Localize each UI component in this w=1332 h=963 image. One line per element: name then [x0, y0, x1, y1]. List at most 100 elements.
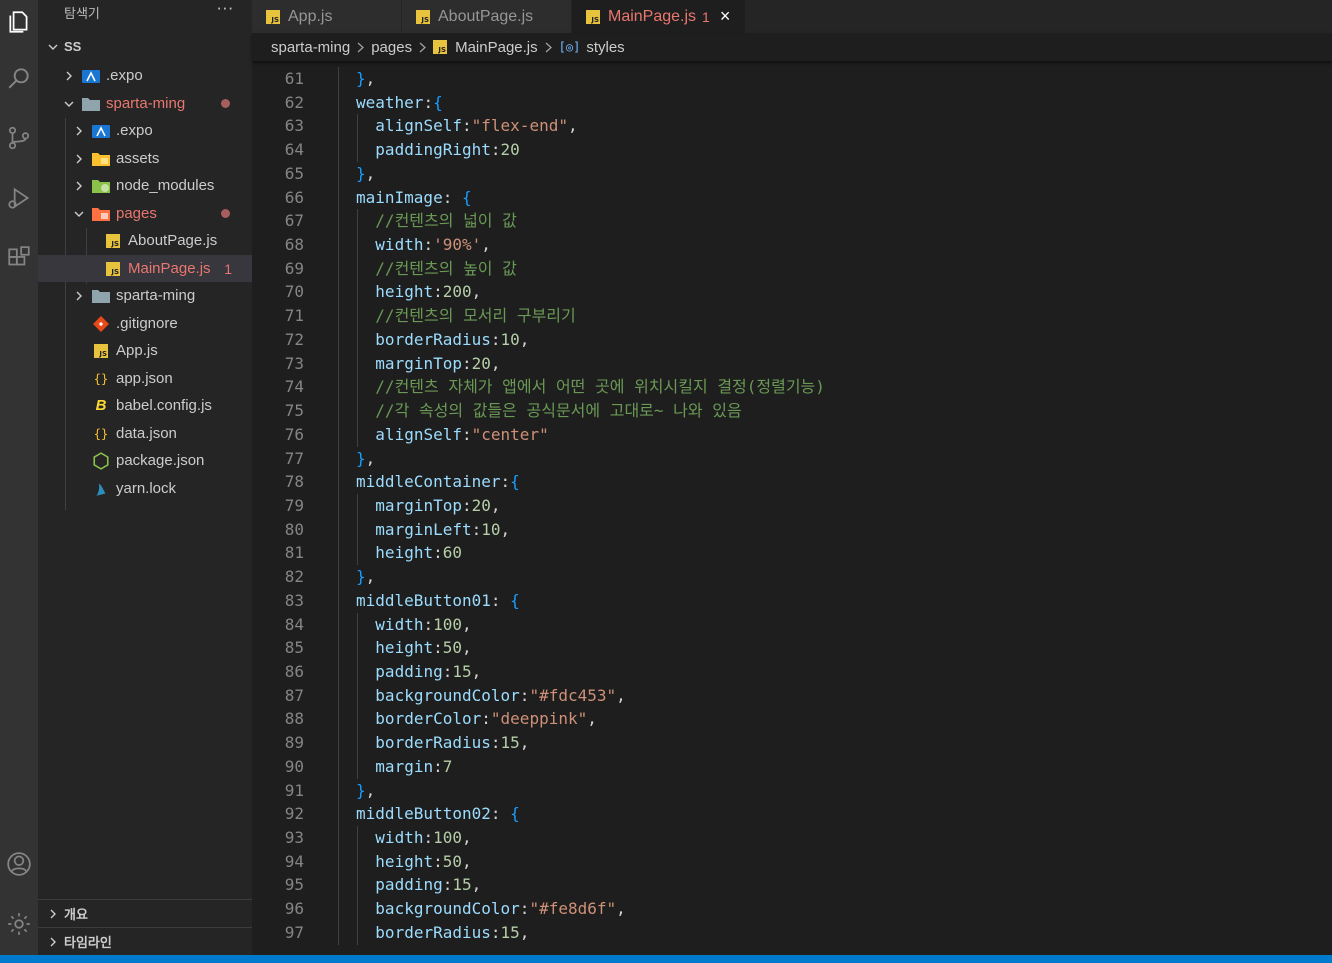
code-token: 15: [500, 733, 520, 753]
code-token: :: [490, 329, 501, 349]
code-token: //컨텐츠의 넓이 값: [375, 211, 517, 231]
code-line[interactable]: 75 //각 속성의 값들은 공식문서에 고대로~ 나와 있음: [252, 399, 1332, 424]
code-token: :: [433, 638, 443, 658]
tree-item-assets[interactable]: assets: [38, 145, 252, 172]
tree-item-package[interactable]: package.json: [38, 447, 252, 474]
tree-item-expo[interactable]: .expo: [38, 117, 252, 144]
code-line[interactable]: 84 width:100,: [252, 612, 1332, 637]
code-line[interactable]: 91},: [252, 778, 1332, 803]
code-token: middleContainer: [356, 472, 501, 492]
code-line[interactable]: 74 //컨텐츠 자체가 앱에서 어떤 곳에 위치시킬지 결정(정렬기능): [252, 375, 1332, 400]
code-line[interactable]: 78 middleContainer:{: [252, 470, 1332, 495]
outline-section[interactable]: 개요: [38, 899, 252, 927]
line-number: 79: [284, 495, 304, 515]
code-line[interactable]: 77},: [252, 446, 1332, 471]
line-number: 89: [284, 733, 304, 753]
code-line[interactable]: 76 alignSelf:"center": [252, 422, 1332, 447]
code-line[interactable]: 61},: [252, 67, 1332, 91]
indent-guide: [338, 375, 339, 400]
code-token: {: [510, 804, 520, 824]
code-text: mainImage: {: [356, 186, 472, 210]
code-line[interactable]: 72 borderRadius:10,: [252, 327, 1332, 352]
code-line[interactable]: 89 borderRadius:15,: [252, 731, 1332, 756]
tree-item-node-modules[interactable]: node_modules: [38, 172, 252, 199]
tree-item-babel[interactable]: B babel.config.js: [38, 392, 252, 419]
code-line[interactable]: 90 margin:7: [252, 754, 1332, 779]
code-line[interactable]: 95 padding:15,: [252, 873, 1332, 898]
breadcrumb-item[interactable]: styles: [586, 39, 624, 56]
breadcrumb-item[interactable]: sparta-ming: [271, 39, 350, 56]
line-number: 64: [284, 140, 304, 160]
code-line[interactable]: 88 borderColor:"deeppink",: [252, 707, 1332, 732]
code-line[interactable]: 83 middleButton01: {: [252, 588, 1332, 613]
tree-item-sparta-ming[interactable]: sparta-ming: [38, 90, 252, 117]
indent-guide: [338, 897, 339, 922]
code-line[interactable]: 64 paddingRight:20: [252, 138, 1332, 163]
tab-aboutpage[interactable]: JS AboutPage.js: [402, 0, 572, 33]
source-control-icon[interactable]: [0, 116, 38, 160]
code-line[interactable]: 93 width:100,: [252, 826, 1332, 851]
tab-appjs[interactable]: JS App.js: [252, 0, 402, 33]
search-icon[interactable]: [0, 56, 38, 100]
settings-gear-icon[interactable]: [0, 902, 38, 946]
code-line[interactable]: 67 //컨텐츠의 넓이 값: [252, 209, 1332, 234]
line-number: 70: [284, 282, 304, 302]
code-line[interactable]: 69 //컨텐츠의 높이 값: [252, 256, 1332, 281]
account-icon[interactable]: [0, 842, 38, 886]
code-text: borderRadius:15,: [375, 731, 529, 755]
code-line[interactable]: 70 height:200,: [252, 280, 1332, 305]
tree-item-sparta-ming-sub[interactable]: sparta-ming: [38, 282, 252, 309]
code-token: :: [423, 828, 434, 848]
tree-item-pages[interactable]: pages: [38, 200, 252, 227]
run-debug-icon[interactable]: [0, 176, 38, 220]
chevron-right-icon: [418, 42, 427, 53]
code-line[interactable]: 63 alignSelf:"flex-end",: [252, 114, 1332, 139]
tree-item-yarn[interactable]: yarn.lock: [38, 475, 252, 502]
code-token: 20: [500, 140, 520, 160]
tree-item-gitignore[interactable]: .gitignore: [38, 310, 252, 337]
breadcrumb-item[interactable]: pages: [371, 39, 412, 56]
workspace-header[interactable]: SS: [38, 33, 252, 60]
code-line[interactable]: 96 backgroundColor:"#fe8d6f",: [252, 897, 1332, 922]
code-text: width:'90%',: [375, 233, 491, 257]
line-number: 77: [284, 448, 304, 468]
code-line[interactable]: 79 marginTop:20,: [252, 493, 1332, 518]
code-line[interactable]: 65},: [252, 161, 1332, 186]
code-line[interactable]: 82},: [252, 565, 1332, 590]
more-actions-icon[interactable]: ···: [217, 0, 234, 18]
tree-item-expo-root[interactable]: .expo: [38, 62, 252, 89]
npm-icon: [92, 451, 110, 470]
code-line[interactable]: 81 height:60: [252, 541, 1332, 566]
code-line[interactable]: 86 padding:15,: [252, 660, 1332, 684]
indent-guide: [357, 897, 358, 922]
timeline-section[interactable]: 타임라인: [38, 927, 252, 955]
tree-item-mainpage[interactable]: JS MainPage.js 1: [38, 255, 252, 282]
code-token: height: [375, 851, 434, 871]
code-token: ,: [365, 69, 376, 88]
tree-item-appjs[interactable]: JS App.js: [38, 337, 252, 364]
tab-mainpage[interactable]: JS MainPage.js 1 ×: [572, 0, 746, 33]
code-line[interactable]: 94 height:50,: [252, 849, 1332, 874]
code-line[interactable]: 85 height:50,: [252, 636, 1332, 661]
files-icon[interactable]: [0, 0, 38, 44]
tree-item-aboutpage[interactable]: JS AboutPage.js: [38, 227, 252, 254]
close-icon[interactable]: ×: [720, 6, 731, 27]
tree-item-appjson[interactable]: {} app.json: [38, 365, 252, 392]
breadcrumb-item[interactable]: MainPage.js: [455, 39, 538, 56]
code-line[interactable]: 62 weather:{: [252, 90, 1332, 115]
extensions-icon[interactable]: [0, 236, 38, 280]
tree-item-datajson[interactable]: {} data.json: [38, 420, 252, 447]
code-editor[interactable]: 61}, 62 weather:{63 alignSelf:"flex-end", 64…: [252, 61, 1332, 955]
babel-icon: B: [95, 397, 107, 414]
line-number: 93: [284, 828, 304, 848]
code-line[interactable]: 71 //컨텐츠의 모서리 구부리기: [252, 304, 1332, 329]
code-line[interactable]: 87 backgroundColor:"#fdc453",: [252, 683, 1332, 708]
code-line[interactable]: 68 width:'90%',: [252, 233, 1332, 258]
code-line[interactable]: 92 middleButton02: {: [252, 802, 1332, 827]
code-line[interactable]: 73 marginTop:20,: [252, 351, 1332, 376]
tree-item-label: sparta-ming: [116, 287, 196, 304]
chevron-right-icon: [46, 935, 60, 949]
code-line[interactable]: 66 mainImage: {: [252, 185, 1332, 210]
code-line[interactable]: 80 marginLeft:10,: [252, 517, 1332, 542]
code-line[interactable]: 97 borderRadius:15,: [252, 920, 1332, 945]
